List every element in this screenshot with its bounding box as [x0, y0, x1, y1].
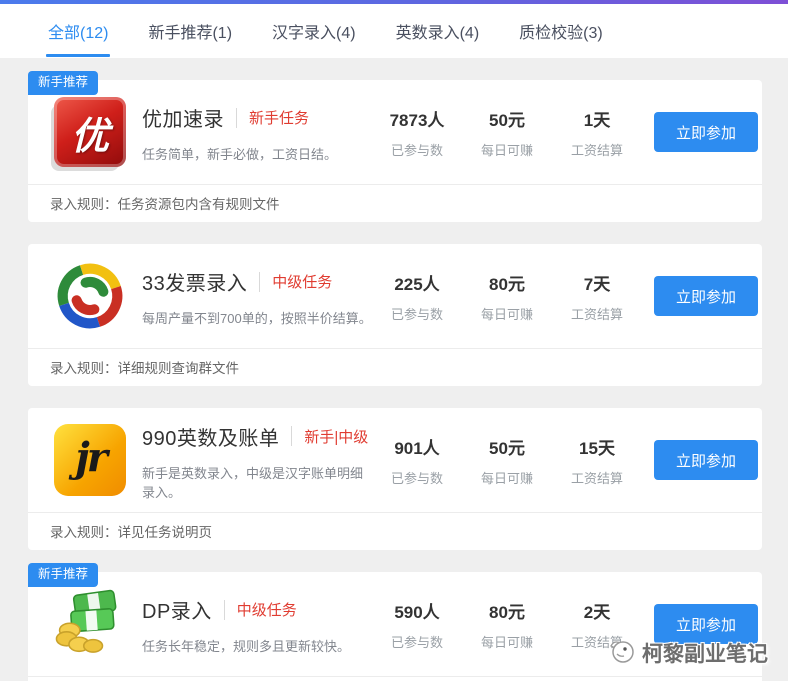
entry-rule-text: 录入规则：详见任务说明页: [28, 676, 762, 681]
entry-rule-text: 录入规则：详见任务说明页: [28, 512, 762, 550]
task-stats: 901人已参与数 50元每日可赚 15天工资结算: [372, 434, 642, 487]
daily-earning-label: 每日可赚: [462, 632, 552, 651]
money-logo-icon: [50, 584, 130, 664]
task-card-990yingshu: jr 990英数及账单 新手|中级 新手是英数录入，中级是汉字账单明细录入。 9…: [28, 408, 762, 550]
join-now-button[interactable]: 立即参加: [654, 112, 758, 152]
logo-glyph: 优: [71, 105, 109, 160]
task-card-33fapiao: 33发票录入 中级任务 每周产量不到700单的，按照半价结算。 225人已参与数…: [28, 244, 762, 386]
task-description: 任务简单，新手必做，工资日结。: [142, 144, 372, 163]
jr-logo-icon: jr: [50, 420, 130, 500]
settlement-value: 7天: [552, 270, 642, 295]
category-tabbar: 全部(12) 新手推荐(1) 汉字录入(4) 英数录入(4) 质检校验(3): [0, 4, 788, 58]
newbie-recommend-badge: 新手推荐: [28, 71, 98, 95]
task-level-tag: 中级任务: [237, 599, 297, 620]
task-description: 每周产量不到700单的，按照半价结算。: [142, 308, 372, 327]
entry-rule-text: 录入规则：详细规则查询群文件: [28, 348, 762, 386]
participants-label: 已参与数: [372, 304, 462, 323]
daily-earning-value: 80元: [462, 598, 552, 623]
participants-value: 7873人: [372, 106, 462, 131]
daily-earning-label: 每日可赚: [462, 140, 552, 159]
entry-rule-text: 录入规则：任务资源包内含有规则文件: [28, 184, 762, 222]
participants-label: 已参与数: [372, 140, 462, 159]
task-title: 33发票录入: [142, 267, 247, 296]
title-separator: [236, 108, 237, 128]
tab-chinese-entry[interactable]: 汉字录入(4): [270, 4, 358, 58]
task-level-tag: 中级任务: [272, 271, 332, 292]
task-stats: 7873人已参与数 50元每日可赚 1天工资结算: [372, 106, 642, 159]
task-level-tag: 新手任务: [249, 107, 309, 128]
participants-value: 225人: [372, 270, 462, 295]
tab-alphanumeric-entry[interactable]: 英数录入(4): [394, 4, 482, 58]
daily-earning-label: 每日可赚: [462, 468, 552, 487]
daily-earning-value: 80元: [462, 270, 552, 295]
red-you-logo-icon: 优: [50, 92, 130, 172]
settlement-value: 15天: [552, 434, 642, 459]
participants-value: 901人: [372, 434, 462, 459]
task-level-tag: 新手|中级: [304, 426, 368, 447]
tab-quality-check[interactable]: 质检校验(3): [517, 4, 605, 58]
task-card-youjiasulu: 新手推荐 优 优加速录 新手任务 任务简单，新手必做，工资日结。 7873人已参…: [28, 80, 762, 222]
swirl-logo-icon: [50, 256, 130, 336]
tab-all[interactable]: 全部(12): [46, 4, 110, 58]
watermark: 柯黎副业笔记: [608, 637, 768, 669]
title-separator: [291, 426, 292, 446]
daily-earning-label: 每日可赚: [462, 304, 552, 323]
tab-newbie-recommend[interactable]: 新手推荐(1): [146, 4, 234, 58]
settlement-value: 1天: [552, 106, 642, 131]
participants-label: 已参与数: [372, 468, 462, 487]
task-list: 新手推荐 优 优加速录 新手任务 任务简单，新手必做，工资日结。 7873人已参…: [0, 58, 788, 681]
task-title: 优加速录: [142, 103, 224, 132]
task-stats: 590人已参与数 80元每日可赚 2天工资结算: [372, 598, 642, 651]
task-stats: 225人已参与数 80元每日可赚 7天工资结算: [372, 270, 642, 323]
join-now-button[interactable]: 立即参加: [654, 276, 758, 316]
settlement-label: 工资结算: [552, 140, 642, 159]
settlement-label: 工资结算: [552, 468, 642, 487]
newbie-recommend-badge: 新手推荐: [28, 563, 98, 587]
participants-label: 已参与数: [372, 632, 462, 651]
task-title: DP录入: [142, 595, 212, 624]
title-separator: [259, 272, 260, 292]
settlement-value: 2天: [552, 598, 642, 623]
task-list-page: 全部(12) 新手推荐(1) 汉字录入(4) 英数录入(4) 质检校验(3) 新…: [0, 0, 788, 681]
logo-glyph: jr: [75, 434, 105, 481]
task-title: 990英数及账单: [142, 422, 279, 451]
settlement-label: 工资结算: [552, 304, 642, 323]
panda-face-icon: [608, 637, 635, 669]
participants-value: 590人: [372, 598, 462, 623]
watermark-text: 柯黎副业笔记: [642, 638, 768, 668]
daily-earning-value: 50元: [462, 434, 552, 459]
daily-earning-value: 50元: [462, 106, 552, 131]
title-separator: [224, 600, 225, 620]
task-description: 任务长年稳定，规则多且更新较快。: [142, 636, 372, 655]
task-description: 新手是英数录入，中级是汉字账单明细录入。: [142, 463, 372, 501]
join-now-button[interactable]: 立即参加: [654, 440, 758, 480]
